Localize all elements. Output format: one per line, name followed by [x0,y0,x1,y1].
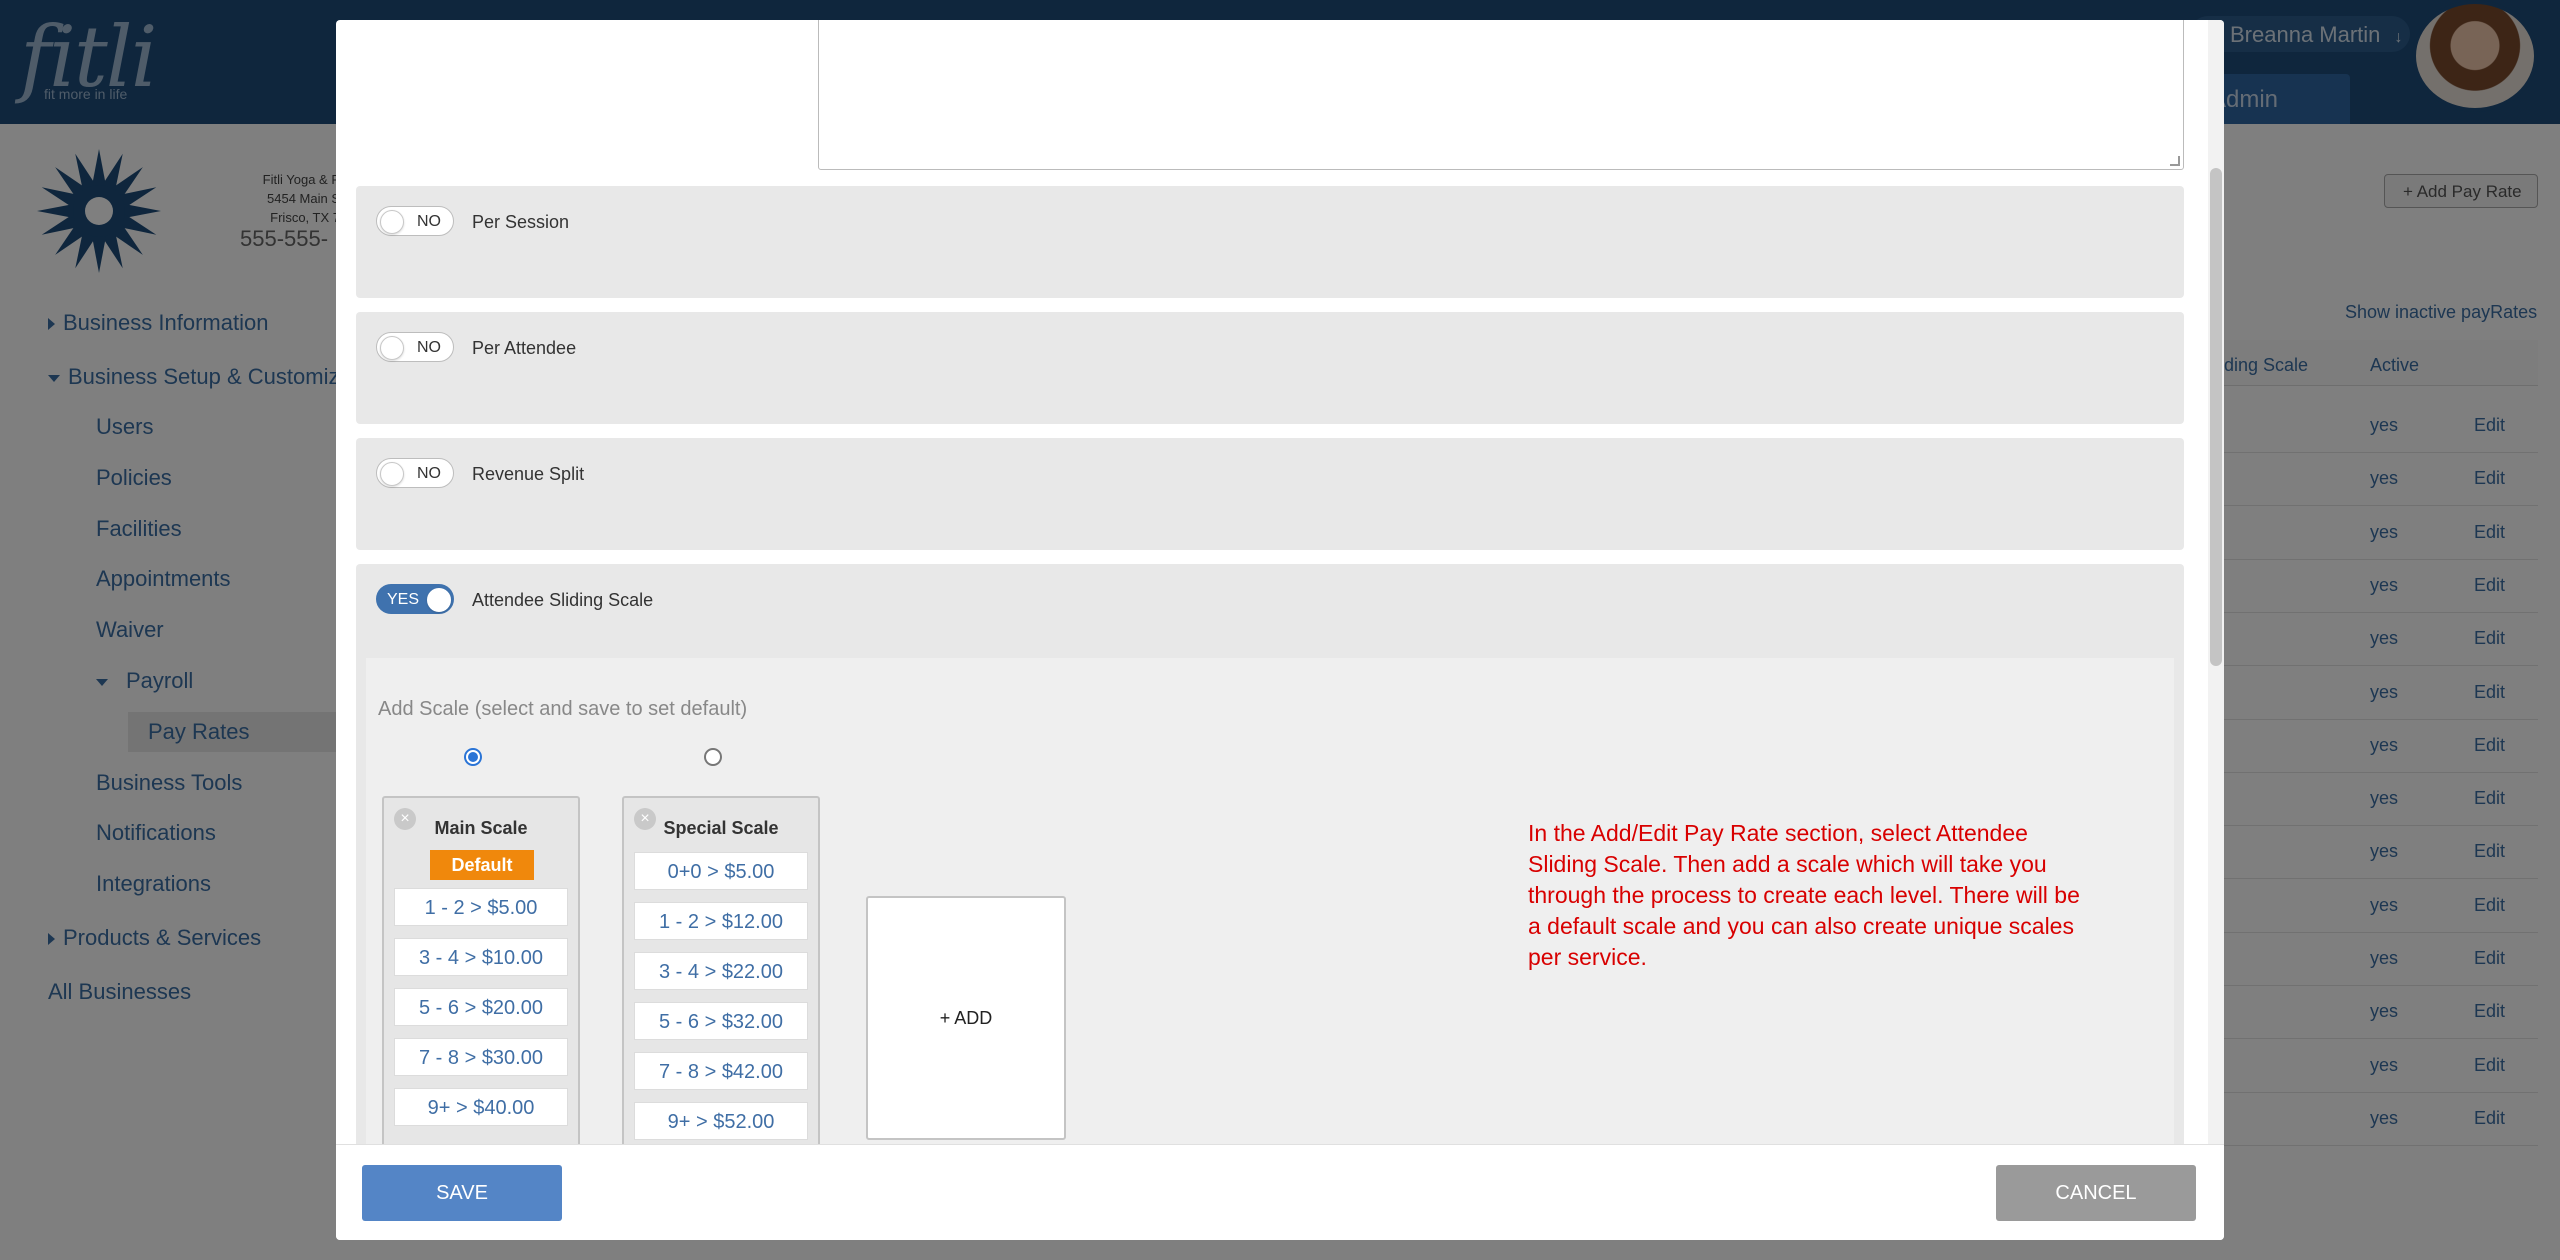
scale-title: Special Scale [663,818,779,838]
attendee-sliding-scale-label: Attendee Sliding Scale [472,590,654,610]
attendee-sliding-scale-toggle[interactable]: YES [376,584,454,614]
per-attendee-toggle[interactable]: NO [376,332,454,362]
scale-level[interactable]: 5 - 6 > $20.00 [394,988,568,1026]
scale-level[interactable]: 3 - 4 > $22.00 [634,952,808,990]
special-scale-card[interactable]: × Special Scale 0+0 > $5.00 1 - 2 > $12.… [622,796,820,1144]
main-scale-default-radio[interactable] [464,748,482,766]
toggle-knob [380,336,404,360]
scale-level[interactable]: 7 - 8 > $30.00 [394,1038,568,1076]
edit-pay-rate-modal: NO Per Session NO Per Attendee NO Revenu… [336,20,2224,1240]
scale-level[interactable]: 3 - 4 > $10.00 [394,938,568,976]
add-scale-button[interactable]: + ADD [866,896,1066,1140]
toggle-state: NO [417,465,441,482]
toggle-state: NO [417,213,441,230]
special-scale-default-radio[interactable] [704,748,722,766]
option-revenue-split: NO Revenue Split [356,438,2184,550]
resize-handle-icon[interactable] [2170,156,2180,166]
default-badge: Default [430,850,534,880]
scale-level[interactable]: 0+0 > $5.00 [634,852,808,890]
main-scale-card[interactable]: × Main Scale Default 1 - 2 > $5.00 3 - 4… [382,796,580,1144]
revenue-split-label: Revenue Split [472,464,585,484]
toggle-knob [380,210,404,234]
scale-title: Main Scale [434,818,528,838]
scale-level[interactable]: 7 - 8 > $42.00 [634,1052,808,1090]
scale-level[interactable]: 9+ > $52.00 [634,1102,808,1140]
scale-level[interactable]: 1 - 2 > $12.00 [634,902,808,940]
toggle-knob [427,588,451,612]
per-session-toggle[interactable]: NO [376,206,454,236]
scale-level[interactable]: 5 - 6 > $32.00 [634,1002,808,1040]
description-textarea[interactable] [818,20,2184,170]
option-per-session: NO Per Session [356,186,2184,298]
add-scale-label: Add Scale (select and save to set defaul… [378,698,748,720]
toggle-state: YES [387,591,420,608]
modal-body: NO Per Session NO Per Attendee NO Revenu… [336,20,2208,1144]
toggle-knob [380,462,404,486]
modal-scrollbar-thumb[interactable] [2210,168,2222,666]
cancel-button[interactable]: CANCEL [1996,1165,2196,1221]
revenue-split-toggle[interactable]: NO [376,458,454,488]
save-button[interactable]: SAVE [362,1165,562,1221]
per-session-label: Per Session [472,212,570,232]
scale-level[interactable]: 9+ > $40.00 [394,1088,568,1126]
toggle-state: NO [417,339,441,356]
scale-level[interactable]: 1 - 2 > $5.00 [394,888,568,926]
per-attendee-label: Per Attendee [472,338,577,358]
option-per-attendee: NO Per Attendee [356,312,2184,424]
modal-footer: SAVE CANCEL [336,1144,2224,1240]
instruction-note: In the Add/Edit Pay Rate section, select… [1528,820,2080,970]
add-scale-label: + ADD [939,1008,993,1028]
